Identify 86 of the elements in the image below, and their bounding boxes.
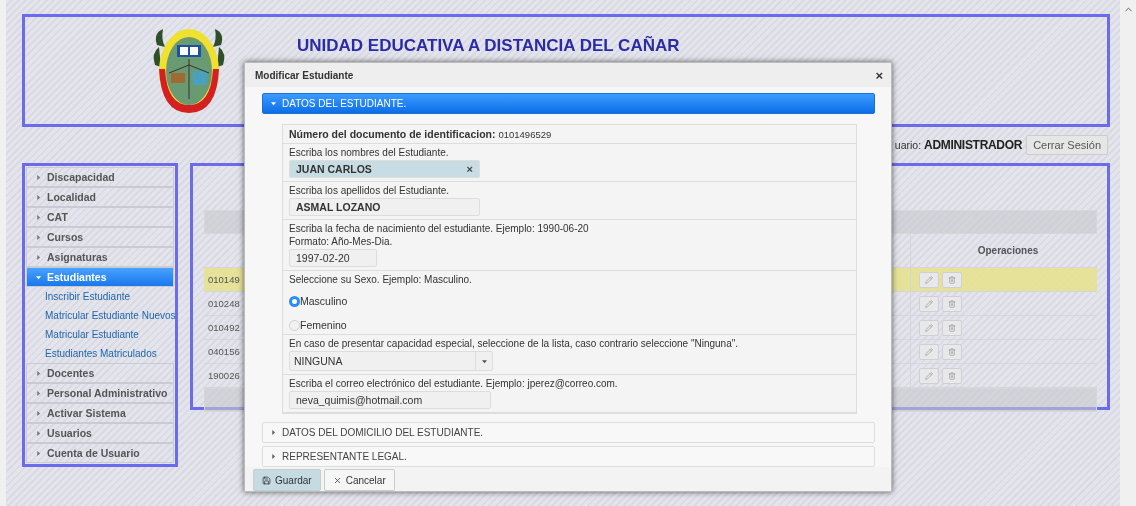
sidebar-item[interactable]: Personal Administrativo <box>26 383 174 403</box>
radio-label: Femenino <box>300 319 347 331</box>
accordion-header[interactable]: DATOS DEL DOMICILIO DEL ESTUDIANTE. <box>262 422 875 443</box>
trash-icon <box>948 323 956 332</box>
caret-right-icon <box>36 430 41 436</box>
submenu-link[interactable]: Estudiantes Matriculados <box>26 344 174 363</box>
table-cell-text: 010248 <box>207 297 241 311</box>
sidebar-item[interactable]: Estudiantes <box>26 267 174 287</box>
dialog-title: Modificar Estudiante <box>255 69 354 81</box>
caret-right-icon <box>36 450 41 456</box>
sidebar-item[interactable]: Docentes <box>26 363 174 383</box>
caret-down-icon <box>36 274 41 280</box>
caret-right-icon <box>271 454 276 459</box>
trash-icon <box>948 275 956 284</box>
floppy-icon <box>262 475 271 485</box>
caret-right-icon <box>36 174 41 180</box>
caret-right-icon <box>36 214 41 220</box>
table-cell-text: 190026 <box>207 369 241 383</box>
submenu-link[interactable]: Inscribir Estudiante <box>26 287 174 306</box>
column-header: Operaciones <box>910 234 1097 267</box>
delete-button[interactable] <box>942 343 962 360</box>
edit-button[interactable] <box>919 319 939 336</box>
sidebar-item[interactable]: Usuarios <box>26 423 174 443</box>
user-label: uario: ADMINISTRADOR <box>894 138 1023 152</box>
table-cell-text: 040156 <box>207 345 241 359</box>
sidebar-item[interactable]: Cursos <box>26 227 174 247</box>
close-button[interactable]: × <box>875 67 883 83</box>
save-button[interactable]: Guardar <box>253 469 321 491</box>
submenu-link[interactable]: Matricular Estudiante Nuevos <box>26 306 174 325</box>
caret-right-icon <box>271 430 276 435</box>
caret-icon <box>481 358 487 364</box>
caret-down-icon <box>271 101 276 106</box>
delete-button[interactable] <box>942 367 962 384</box>
field-label: Seleccione su Sexo. Ejemplo: Masculino. <box>289 274 472 285</box>
field-label: Escriba los apellidos del Estudiante. <box>289 185 450 196</box>
sidebar-item[interactable]: Cuenta de Usuario <box>26 443 174 463</box>
document-number: Número del documento de identificacion: 0101496529 <box>289 128 552 140</box>
pencil-icon <box>925 323 933 332</box>
trash-icon <box>948 371 956 380</box>
sidebar-item[interactable]: Localidad <box>26 187 174 207</box>
school-title: UNIDAD EDUCATIVA A DISTANCIA DEL CAÑAR <box>297 36 680 56</box>
date-field[interactable]: 1997-02-20 <box>289 249 377 267</box>
field-label: Escriba los nombres del Estudiante. <box>289 147 449 158</box>
format-hint: Formato: Año-Mes-Dia. <box>289 236 393 247</box>
radio-button[interactable] <box>289 296 300 307</box>
text-field[interactable]: ASMAL LOZANO <box>289 198 480 216</box>
delete-button[interactable] <box>942 319 962 336</box>
caret-right-icon <box>36 234 41 240</box>
caret-right-icon <box>36 410 41 416</box>
caret-right-icon <box>36 254 41 260</box>
pencil-icon <box>925 347 933 356</box>
delete-button[interactable] <box>942 271 962 288</box>
table-cell-text: 010149 <box>207 273 241 287</box>
sidebar-item[interactable]: CAT <box>26 207 174 227</box>
caret-right-icon <box>36 370 41 376</box>
pencil-icon <box>925 371 933 380</box>
radio-button[interactable] <box>289 320 300 331</box>
email-field[interactable]: neva_quimis@hotmail.com <box>289 391 491 409</box>
field-label: En caso de presentar capacidad especial, seleccione de la lista, caso contrario seleccione "Ninguna". <box>289 338 739 349</box>
text-field[interactable]: JUAN CARLOS × <box>289 160 480 178</box>
logout-button[interactable]: Cerrar Sesión <box>1026 135 1108 155</box>
caret-right-icon <box>36 194 41 200</box>
sidebar-item[interactable]: Discapacidad <box>26 167 174 187</box>
pencil-icon <box>925 275 933 284</box>
field-label: Escriba la fecha de nacimiento del estudiante. Ejemplo: 1990-06-20 <box>289 223 589 234</box>
x-icon <box>332 475 342 485</box>
sidebar-item[interactable]: Asignaturas <box>26 247 174 267</box>
caret-right-icon <box>36 390 41 396</box>
cancel-button[interactable]: Cancelar <box>323 469 395 491</box>
edit-button[interactable] <box>919 271 939 288</box>
edit-button[interactable] <box>919 295 939 312</box>
trash-icon <box>948 347 956 356</box>
delete-button[interactable] <box>942 295 962 312</box>
clear-icon[interactable]: × <box>466 163 473 175</box>
field-label: Escriba el correo electrónico del estudiante. Ejemplo: jperez@correo.com. <box>289 378 618 389</box>
sidebar-item[interactable]: Activar Sistema <box>26 403 174 423</box>
edit-button[interactable] <box>919 367 939 384</box>
accordion-header[interactable]: DATOS DEL ESTUDIANTE. <box>262 93 875 114</box>
table-cell-text: 010492 <box>207 321 241 335</box>
edit-button[interactable] <box>919 343 939 360</box>
accordion-header[interactable]: REPRESENTANTE LEGAL. <box>262 446 875 467</box>
submenu-link[interactable]: Matricular Estudiante <box>26 325 174 344</box>
pencil-icon <box>925 299 933 308</box>
dropdown[interactable]: NINGUNA <box>289 351 493 371</box>
radio-label: Masculino <box>300 295 348 307</box>
trash-icon <box>948 299 956 308</box>
